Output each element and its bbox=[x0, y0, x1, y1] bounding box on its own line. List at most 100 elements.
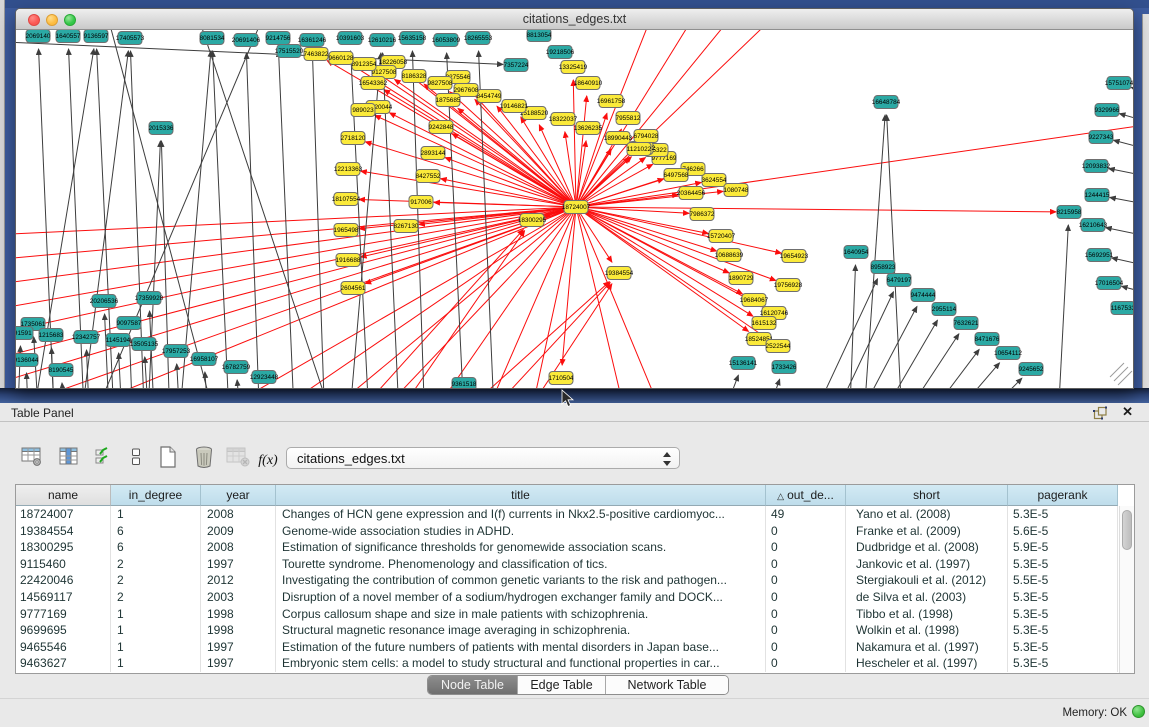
table-row[interactable]: 2242004622012Investigating the contribut… bbox=[16, 572, 1135, 589]
network-canvas[interactable]: 1872400715720407106886397986372362455410… bbox=[16, 30, 1133, 388]
table-settings-icon[interactable] bbox=[18, 445, 46, 471]
graph-node-label: 9361518 bbox=[452, 381, 477, 388]
memory-status-icon[interactable] bbox=[1132, 705, 1145, 718]
graph-node-label: 15720407 bbox=[707, 233, 736, 240]
tab-node-table[interactable]: Node Table bbox=[428, 676, 518, 694]
graph-edge bbox=[213, 51, 231, 388]
table-selector[interactable]: citations_edges.txt bbox=[286, 447, 680, 469]
column-header-pagerank[interactable]: pagerank bbox=[1008, 485, 1118, 506]
table-row[interactable]: 1938455462009Genome-wide association stu… bbox=[16, 523, 1135, 540]
graph-node-label: 10688639 bbox=[715, 252, 744, 259]
graph-node-label: 6479197 bbox=[887, 277, 912, 284]
function-builder-icon[interactable]: f(x) bbox=[254, 448, 282, 474]
graph-edge bbox=[896, 349, 979, 388]
graph-node-label: 18226058 bbox=[379, 59, 408, 66]
graph-node-label: 16648784 bbox=[872, 99, 901, 106]
graph-node-label: 2522544 bbox=[766, 343, 791, 350]
row-select-icon[interactable] bbox=[91, 445, 119, 471]
graph-node-label: 1145194 bbox=[106, 337, 131, 344]
vertical-scrollbar[interactable] bbox=[1119, 506, 1134, 673]
tab-edge-table[interactable]: Edge Table bbox=[518, 676, 606, 694]
table-cell: 0 bbox=[766, 523, 846, 540]
graph-node-label: 9227343 bbox=[1089, 134, 1114, 141]
graph-node-label: 17405573 bbox=[116, 35, 145, 42]
scrollbar-thumb[interactable] bbox=[1122, 510, 1132, 550]
combo-arrows-icon bbox=[663, 451, 672, 467]
graph-node-label: 8471676 bbox=[975, 336, 1000, 343]
graph-node-label: 17359928 bbox=[135, 295, 164, 302]
graph-node-label: 1615132 bbox=[752, 320, 777, 327]
table-cell: Embryonic stem cells: a model to study s… bbox=[276, 655, 766, 672]
graph-node-label: 7986372 bbox=[690, 211, 715, 218]
graph-edge bbox=[1110, 197, 1133, 208]
table-cell: 9699695 bbox=[16, 622, 111, 639]
column-header-out_de[interactable]: △out_de... bbox=[766, 485, 846, 506]
table-cell: 18300295 bbox=[16, 539, 111, 556]
merge-rows-icon[interactable] bbox=[122, 445, 150, 471]
column-visibility-icon[interactable] bbox=[55, 445, 83, 471]
table-cell: 22420046 bbox=[16, 572, 111, 589]
table-row[interactable]: 969969511998Structural magnetic resonanc… bbox=[16, 622, 1135, 639]
graph-node-label: 19654923 bbox=[780, 253, 809, 260]
table-cell: 1 bbox=[111, 606, 201, 623]
graph-node-label: 9474444 bbox=[911, 292, 936, 299]
panel-close-icon[interactable]: ✕ bbox=[1122, 404, 1133, 420]
graph-node-label: 18990443 bbox=[604, 135, 633, 142]
table-row[interactable]: 1456911722003Disruption of a novel membe… bbox=[16, 589, 1135, 606]
graph-node-label: 18107554 bbox=[332, 196, 361, 203]
column-header-in_degree[interactable]: in_degree bbox=[111, 485, 201, 506]
table-cell: 5.6E-5 bbox=[1008, 523, 1118, 540]
graph-node-label: 9214756 bbox=[266, 35, 291, 42]
graph-node-label: 2955114 bbox=[932, 306, 957, 313]
table-cell: 2 bbox=[111, 556, 201, 573]
graph-edge bbox=[941, 378, 1022, 388]
graph-node-label: 13325419 bbox=[559, 64, 588, 71]
float-window-icon[interactable] bbox=[1093, 406, 1107, 420]
resize-grip[interactable] bbox=[1110, 363, 1132, 385]
delete-table-icon[interactable] bbox=[190, 445, 218, 471]
graph-node-label: 1875685 bbox=[436, 97, 461, 104]
graph-node-label: 18724007 bbox=[562, 204, 591, 211]
table-cell: 0 bbox=[766, 589, 846, 606]
table-row[interactable]: 911546021997Tourette syndrome. Phenomeno… bbox=[16, 556, 1135, 573]
table-cell: 5.3E-5 bbox=[1008, 589, 1118, 606]
graph-node-label: 13626235 bbox=[574, 125, 603, 132]
graph-edge bbox=[1131, 87, 1133, 100]
node-table: namein_degreeyeartitle△out_de...shortpag… bbox=[15, 484, 1135, 674]
graph-node-label: 2604561 bbox=[341, 285, 366, 292]
graph-node-label: 16210643 bbox=[1079, 222, 1108, 229]
table-row[interactable]: 946362711997Embryonic stem cells: a mode… bbox=[16, 655, 1135, 672]
graph-edge bbox=[446, 283, 610, 388]
table-cell: Estimation of significance thresholds fo… bbox=[276, 539, 766, 556]
new-table-icon[interactable] bbox=[154, 445, 182, 471]
column-header-short[interactable]: short bbox=[846, 485, 1008, 506]
table-cell: Investigating the contribution of common… bbox=[276, 572, 766, 589]
graph-node-label: 17016504 bbox=[1095, 280, 1124, 287]
table-row[interactable]: 1830029562008Estimation of significance … bbox=[16, 539, 1135, 556]
table-cell: 1997 bbox=[201, 639, 276, 656]
graph-node-label: 8427552 bbox=[416, 173, 441, 180]
table-row[interactable]: 946554611997Estimation of the future num… bbox=[16, 639, 1135, 656]
table-cell: Hescheler et al. (1997) bbox=[846, 655, 1008, 672]
table-row[interactable]: 977716911998Corpus callosum shape and si… bbox=[16, 606, 1135, 623]
tab-network-table[interactable]: Network Table bbox=[606, 676, 728, 694]
graph-node-label: 1710504 bbox=[549, 375, 574, 382]
table-row[interactable]: 1872400712008Changes of HCN gene express… bbox=[16, 506, 1135, 523]
graph-node-label: 1215683 bbox=[39, 332, 64, 339]
column-header-title[interactable]: title bbox=[276, 485, 766, 506]
table-cell: 1997 bbox=[201, 556, 276, 573]
graph-edge bbox=[365, 142, 576, 207]
column-header-name[interactable]: name bbox=[16, 485, 111, 506]
graph-edge bbox=[62, 383, 68, 388]
graph-node-label: 1965498 bbox=[334, 227, 359, 234]
graph-node-label: 15751074 bbox=[1105, 80, 1133, 87]
graph-node-label: 15136141 bbox=[729, 360, 758, 367]
graph-node-label: 9097587 bbox=[117, 320, 142, 327]
graph-node-label: 12610216 bbox=[368, 37, 397, 44]
column-header-year[interactable]: year bbox=[201, 485, 276, 506]
graph-edge bbox=[279, 51, 296, 388]
window-titlebar[interactable]: citations_edges.txt bbox=[16, 9, 1133, 30]
graph-node-label: 13505135 bbox=[130, 341, 159, 348]
table-cell: 2 bbox=[111, 572, 201, 589]
table-cell: 0 bbox=[766, 572, 846, 589]
